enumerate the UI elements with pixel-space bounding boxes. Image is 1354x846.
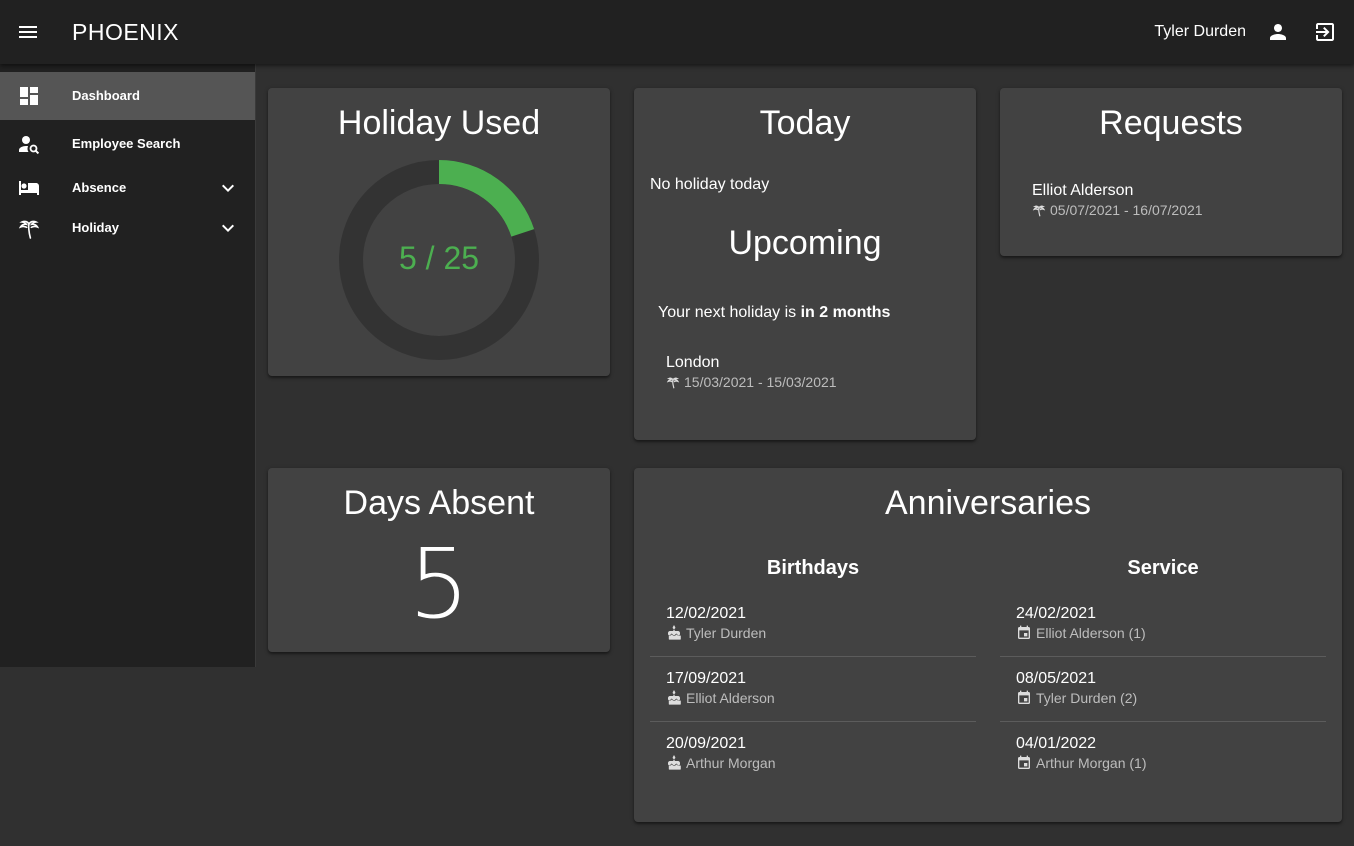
service-date: 24/02/2021 [1016,605,1097,622]
nav-item-holiday[interactable]: Holiday [0,204,255,252]
nav-item-label: Absence [72,180,127,195]
bed-icon [17,176,41,200]
days-absent-card: Days Absent 5 [268,468,610,652]
nav-drawer: Dashboard Employee Search Absence Holida… [0,64,256,667]
service-date: 08/05/2021 [1016,670,1097,687]
divider [650,656,976,657]
anniversaries-card: Anniversaries Birthdays Service 12/02/20… [634,468,1342,822]
beach-icon [1032,205,1046,217]
birthday-person: Arthur Morgan [666,755,775,771]
cake-icon [668,690,681,705]
nav-item-label: Dashboard [72,88,140,103]
birthdays-title: Birthdays [766,557,860,579]
service-title: Service [1127,557,1199,579]
divider [650,721,976,722]
app-title: PHOENIX [72,19,180,45]
card-title: Requests [1099,104,1243,142]
cake-icon [668,625,681,640]
service-person: Elliot Alderson (1) [1016,625,1146,641]
menu-icon[interactable] [16,20,40,44]
chevron-down-icon[interactable] [216,216,240,240]
today-card: Today No holiday today Upcoming Your nex… [634,88,976,440]
calendar-event-icon [1018,755,1030,769]
birthday-date: 17/09/2021 [666,670,747,687]
dashboard-icon [17,84,41,108]
today-status: No holiday today [650,176,770,193]
upcoming-title: Upcoming [728,224,882,262]
card-title: Holiday Used [337,104,541,142]
current-user-name: Tyler Durden [1154,23,1246,40]
service-date: 04/01/2022 [1016,735,1097,752]
card-title: Anniversaries [885,484,1091,522]
next-holiday-relative: in 2 months [800,304,891,321]
upcoming-item-name: London [666,354,720,371]
service-person: Tyler Durden (2) [1016,690,1137,706]
card-title: Today [759,104,851,142]
holiday-used-value: 5 / 25 [398,240,480,276]
days-absent-value: 5 [408,528,470,640]
nav-item-label: Holiday [72,220,119,235]
birthday-date: 12/02/2021 [666,605,747,622]
requests-card: Requests Elliot Alderson 05/07/2021 - 16… [1000,88,1342,256]
beach-icon [17,216,41,240]
calendar-event-icon [1018,690,1030,704]
nav-item-dashboard[interactable]: Dashboard [0,72,255,120]
beach-icon [666,377,680,389]
chevron-down-icon[interactable] [216,176,240,200]
app-bar: PHOENIX Tyler Durden [0,0,1354,64]
request-item-name[interactable]: Elliot Alderson [1032,182,1133,200]
cake-icon [668,755,681,770]
account-icon[interactable] [1266,20,1290,44]
card-title: Days Absent [343,484,535,522]
calendar-event-icon [1018,625,1030,639]
birthday-date: 20/09/2021 [666,735,747,752]
birthday-person: Tyler Durden [666,625,766,641]
nav-item-label: Employee Search [72,136,181,151]
service-person: Arthur Morgan (1) [1016,755,1146,771]
person-search-icon [17,132,41,156]
birthday-person: Elliot Alderson [666,690,775,706]
logout-icon[interactable] [1313,20,1337,44]
request-item-dates: 05/07/2021 - 16/07/2021 [1032,202,1203,218]
nav-item-employee-search[interactable]: Employee Search [0,120,255,168]
next-holiday-text: Your next holiday is in 2 months [658,304,891,321]
divider [1000,721,1326,722]
holiday-used-card: Holiday Used 5 / 25 [268,88,610,376]
upcoming-item-dates: 15/03/2021 - 15/03/2021 [666,374,837,390]
divider [1000,656,1326,657]
